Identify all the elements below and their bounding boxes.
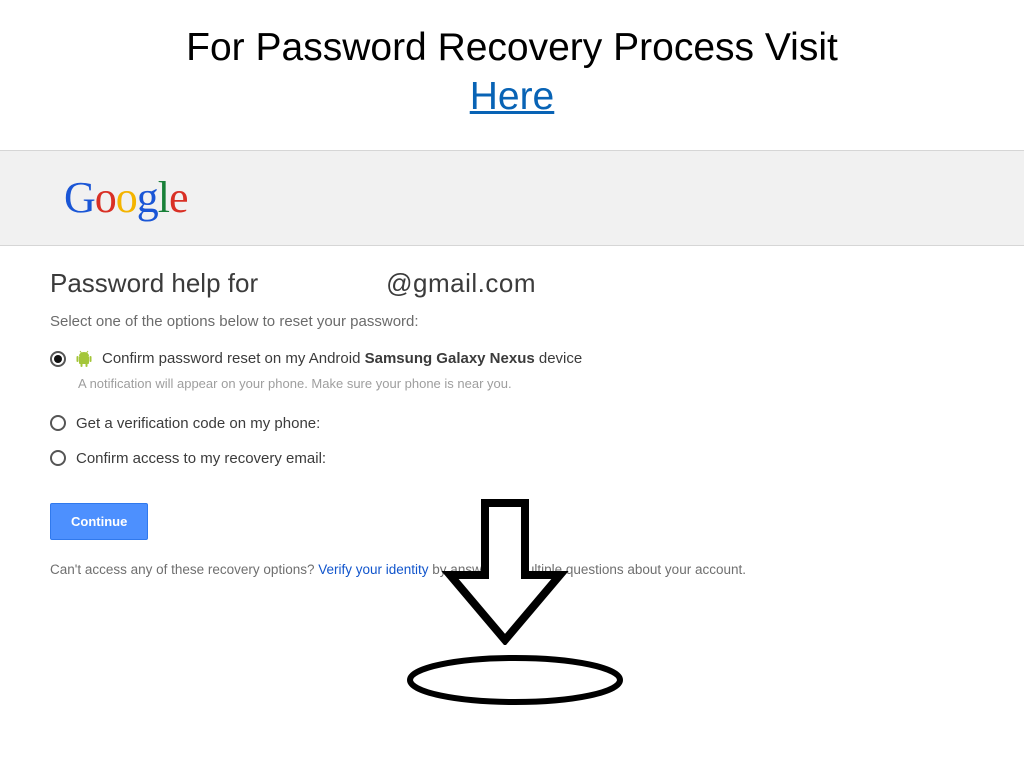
logo-letter: l xyxy=(158,173,169,222)
radio-icon[interactable] xyxy=(50,450,66,466)
page-heading: Password help for @gmail.com xyxy=(50,268,974,299)
option-label-bold: Samsung Galaxy Nexus xyxy=(365,350,535,367)
android-icon xyxy=(76,350,92,368)
here-link[interactable]: Here xyxy=(470,75,555,118)
logo-letter: g xyxy=(137,173,158,222)
instruction-text: Select one of the options below to reset… xyxy=(50,313,974,330)
option-phone-code[interactable]: Get a verification code on my phone: xyxy=(50,415,974,432)
verify-identity-link[interactable]: Verify your identity xyxy=(318,562,428,577)
logo-letter: o xyxy=(116,173,137,222)
heading-email-suffix: @gmail.com xyxy=(386,268,536,299)
options-group: Confirm password reset on my Android Sam… xyxy=(50,350,974,467)
footer-post: by answering multiple questions about yo… xyxy=(429,562,746,577)
header-bar: Google xyxy=(0,150,1024,246)
logo-letter: e xyxy=(169,173,188,222)
continue-button[interactable]: Continue xyxy=(50,503,148,540)
slide-title-text: For Password Recovery Process Visit xyxy=(186,26,838,69)
google-logo: Google xyxy=(64,176,188,220)
option-label-post: device xyxy=(535,350,583,367)
option-label: Get a verification code on my phone: xyxy=(76,415,320,432)
option-label: Confirm password reset on my Android Sam… xyxy=(102,350,582,367)
heading-prefix: Password help for xyxy=(50,268,258,299)
option-label-pre: Confirm password reset on my Android xyxy=(102,350,365,367)
radio-icon[interactable] xyxy=(50,415,66,431)
option-recovery-email[interactable]: Confirm access to my recovery email: xyxy=(50,450,974,467)
radio-selected-icon[interactable] xyxy=(50,351,66,367)
footer-pre: Can't access any of these recovery optio… xyxy=(50,562,318,577)
logo-letter: o xyxy=(95,173,116,222)
oval-annotation-icon xyxy=(400,652,630,712)
footer-text: Can't access any of these recovery optio… xyxy=(50,562,974,577)
option-subtext: A notification will appear on your phone… xyxy=(78,376,974,391)
main-content: Password help for @gmail.com Select one … xyxy=(0,246,1024,577)
logo-letter: G xyxy=(64,173,95,222)
slide-title: For Password Recovery Process Visit Here xyxy=(0,0,1024,122)
option-label: Confirm access to my recovery email: xyxy=(76,450,326,467)
option-android-device[interactable]: Confirm password reset on my Android Sam… xyxy=(50,350,974,368)
